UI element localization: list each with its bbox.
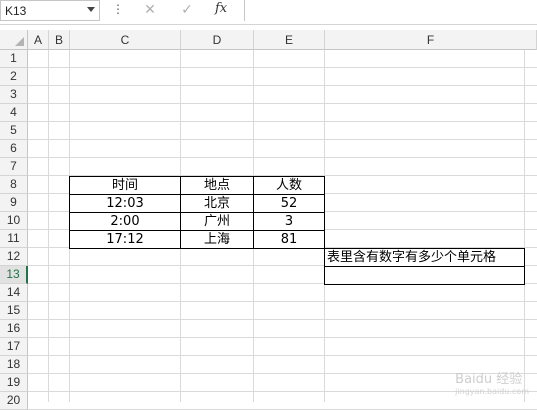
grid-line [28, 85, 537, 86]
grid-line [28, 121, 537, 122]
row-header-15[interactable]: 15 [0, 302, 28, 320]
insert-function-icon[interactable]: fx [215, 1, 227, 16]
row-header-9[interactable]: 9 [0, 194, 28, 212]
grid-line [28, 355, 537, 356]
table-cell[interactable]: 2:00 [69, 212, 181, 231]
row-header-6[interactable]: 6 [0, 140, 28, 158]
row-header-10[interactable]: 10 [0, 212, 28, 230]
row-header-13[interactable]: 13 [0, 266, 28, 284]
baidu-watermark: Baidu 经验 jingyan.baidu.com [455, 368, 529, 396]
table-header-location[interactable]: 地点 [180, 176, 254, 195]
name-box[interactable]: K13 [0, 0, 100, 21]
watermark-text: Baidu 经验 [455, 372, 523, 387]
row-header-1[interactable]: 1 [0, 50, 28, 68]
row-header-12[interactable]: 12 [0, 248, 28, 266]
select-all-corner[interactable] [0, 30, 28, 50]
row-header-18[interactable]: 18 [0, 356, 28, 374]
row-header-17[interactable]: 17 [0, 338, 28, 356]
table-cell[interactable]: 52 [253, 194, 325, 213]
row-header-14[interactable]: 14 [0, 284, 28, 302]
row-header-4[interactable]: 4 [0, 104, 28, 122]
chevron-down-icon[interactable] [87, 7, 95, 12]
table-cell[interactable]: 北京 [180, 194, 254, 213]
table-cell[interactable]: 上海 [180, 230, 254, 249]
formula-bar: K13 ⋮ ✕ ✓ fx [0, 0, 537, 25]
row-header-19[interactable]: 19 [0, 374, 28, 392]
spreadsheet-grid: A B C D E F 1 2 3 4 5 6 7 8 9 10 11 12 13 14 15 16 17 18 1… [0, 30, 537, 410]
answer-cell[interactable] [324, 266, 525, 285]
row-header-8[interactable]: 8 [0, 176, 28, 194]
row-header-16[interactable]: 16 [0, 320, 28, 338]
grid-line [28, 139, 537, 140]
watermark-url: jingyan.baidu.com [455, 387, 529, 396]
column-header-b[interactable]: B [49, 30, 70, 50]
column-header-a[interactable]: A [28, 30, 49, 50]
table-cell[interactable]: 81 [253, 230, 325, 249]
grid-line [28, 103, 537, 104]
column-header-e[interactable]: E [254, 30, 325, 50]
row-header-5[interactable]: 5 [0, 122, 28, 140]
cancel-icon[interactable]: ✕ [140, 2, 160, 20]
grid-line [28, 67, 537, 68]
grid-line [28, 337, 537, 338]
row-header-3[interactable]: 3 [0, 86, 28, 104]
table-header-count[interactable]: 人数 [253, 176, 325, 195]
table-cell[interactable]: 3 [253, 212, 325, 231]
name-box-value: K13 [5, 4, 27, 18]
table-cell[interactable]: 17:12 [69, 230, 181, 249]
row-header-2[interactable]: 2 [0, 68, 28, 86]
grid-line [28, 157, 537, 158]
column-header-d[interactable]: D [181, 30, 254, 50]
grid-line [28, 301, 537, 302]
formula-input[interactable] [244, 0, 537, 21]
table-header-time[interactable]: 时间 [69, 176, 181, 195]
row-header-7[interactable]: 7 [0, 158, 28, 176]
select-all-icon [15, 37, 24, 46]
table-cell[interactable]: 12:03 [69, 194, 181, 213]
more-options-icon[interactable]: ⋮ [112, 2, 124, 16]
row-header-20[interactable]: 20 [0, 392, 28, 410]
row-header-11[interactable]: 11 [0, 230, 28, 248]
question-cell[interactable]: 表里含有数字有多少个单元格 [324, 248, 525, 267]
grid-line [28, 319, 537, 320]
column-header-f[interactable]: F [325, 30, 537, 50]
column-header-c[interactable]: C [70, 30, 181, 50]
table-cell[interactable]: 广州 [180, 212, 254, 231]
enter-icon[interactable]: ✓ [177, 2, 197, 20]
